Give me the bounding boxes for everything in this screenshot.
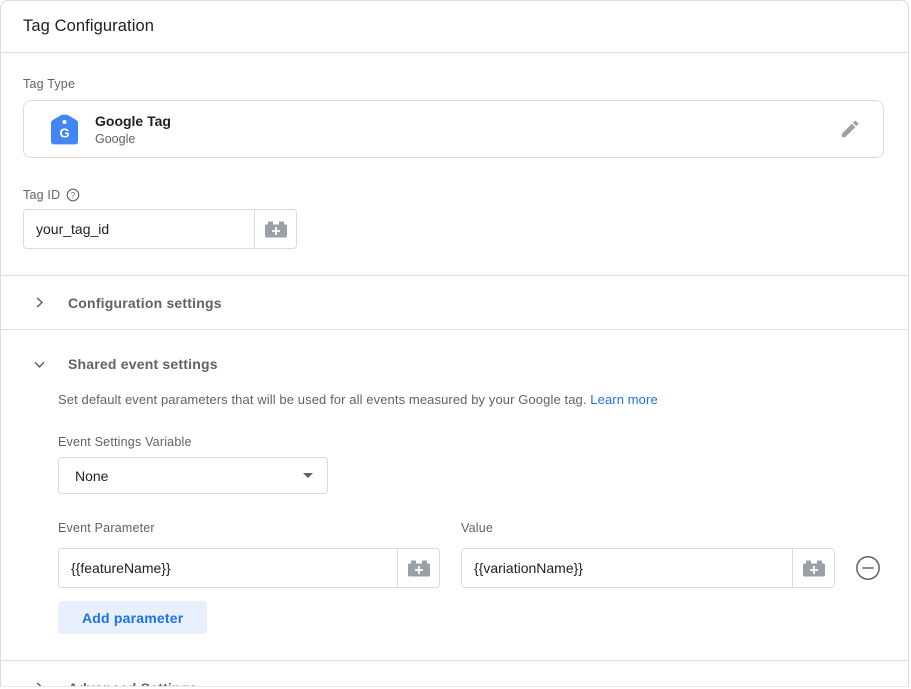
remove-parameter-button[interactable] (855, 555, 881, 581)
section-label: Shared event settings (68, 356, 218, 372)
selected-value: None (75, 468, 303, 484)
dropdown-caret-icon (303, 473, 313, 478)
parameter-row (58, 548, 884, 588)
tag-type-name: Google Tag (95, 113, 839, 130)
event-parameter-input-group (58, 548, 440, 588)
chevron-right-icon (31, 680, 47, 687)
value-label: Value (461, 521, 833, 535)
google-tag-icon: G (51, 114, 78, 145)
tag-id-input[interactable] (24, 210, 254, 248)
svg-text:?: ? (71, 191, 76, 200)
value-input[interactable] (462, 549, 792, 587)
help-icon[interactable]: ? (66, 188, 80, 202)
event-settings-variable-label: Event Settings Variable (58, 435, 884, 449)
value-input-group (461, 548, 835, 588)
tag-type-card[interactable]: G Google Tag Google (23, 100, 884, 158)
insert-variable-icon[interactable] (254, 210, 296, 248)
learn-more-link[interactable]: Learn more (590, 392, 657, 407)
section-shared-event-settings[interactable]: Shared event settings (1, 330, 908, 378)
chevron-down-icon (31, 357, 47, 372)
svg-text:G: G (59, 125, 69, 140)
section-configuration-settings[interactable]: Configuration settings (1, 276, 908, 329)
shared-event-description: Set default event parameters that will b… (58, 392, 884, 407)
tag-id-input-group (23, 209, 297, 249)
tag-type-label: Tag Type (23, 77, 884, 91)
edit-tag-type-button[interactable] (839, 118, 861, 140)
tag-type-vendor: Google (95, 132, 839, 146)
insert-variable-icon[interactable] (792, 549, 834, 587)
chevron-right-icon (31, 295, 47, 310)
tag-configuration-panel: Tag Configuration Tag Type G Google Tag … (0, 0, 909, 687)
event-parameter-input[interactable] (59, 549, 397, 587)
event-settings-variable-select[interactable]: None (58, 457, 328, 494)
event-parameter-label: Event Parameter (58, 521, 438, 535)
section-label: Configuration settings (68, 295, 222, 311)
page-title: Tag Configuration (23, 17, 154, 36)
insert-variable-icon[interactable] (397, 549, 439, 587)
section-label: Advanced Settings (68, 680, 197, 688)
section-advanced-settings[interactable]: Advanced Settings (1, 661, 908, 687)
tag-id-label: Tag ID (23, 188, 60, 202)
panel-header: Tag Configuration (1, 1, 908, 53)
add-parameter-button[interactable]: Add parameter (58, 601, 207, 634)
